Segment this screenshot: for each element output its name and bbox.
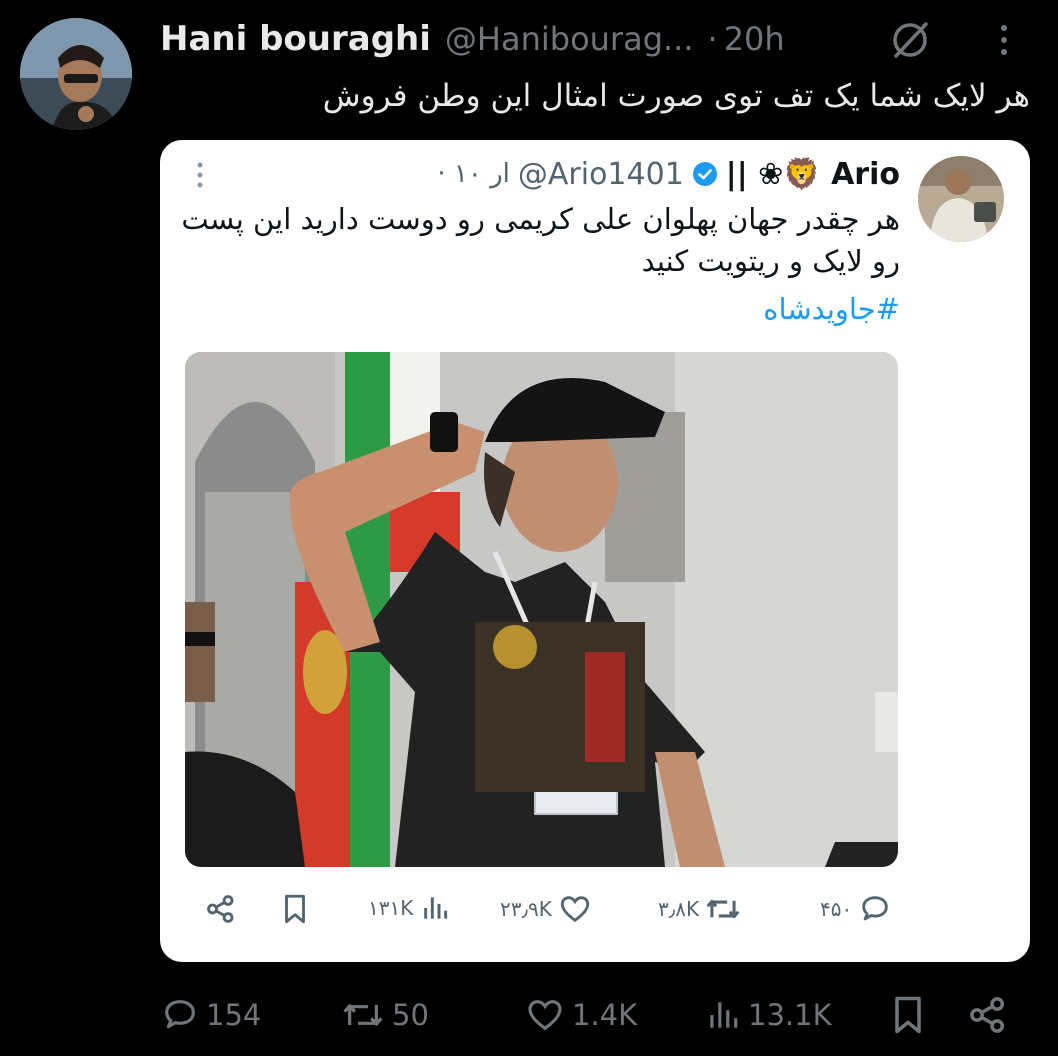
quoted-more-icon[interactable] — [194, 160, 206, 190]
quoted-actions: ۱۳۱K ۲۳٫۹K ۳٫۸K ۴۵۰ — [160, 886, 1030, 938]
retweet-icon — [706, 899, 740, 919]
reply-icon — [862, 896, 888, 921]
quoted-likes-count: ۲۳٫۹K — [500, 897, 552, 921]
quoted-views-button[interactable]: ۱۳۱K — [368, 892, 451, 924]
quoted-views-count: ۱۳۱K — [368, 896, 414, 920]
post-text: هر لایک شما یک تف توی صورت امثال این وطن… — [322, 78, 1030, 114]
quoted-bookmark-button[interactable] — [278, 892, 312, 926]
quoted-retweets-count: ۳٫۸K — [658, 897, 700, 921]
quoted-photo[interactable] — [185, 352, 898, 867]
avatar-image — [20, 18, 132, 130]
views-icon — [710, 1002, 738, 1028]
quoted-hashtag[interactable]: #جاویدشاه — [763, 292, 900, 326]
share-icon — [970, 997, 1005, 1033]
retweet-icon — [343, 1004, 383, 1026]
quoted-share-button[interactable] — [204, 892, 238, 926]
share-button[interactable] — [966, 990, 1010, 1040]
more-icon[interactable] — [996, 22, 1012, 58]
grok-icon[interactable] — [888, 18, 932, 62]
bookmark-icon — [285, 894, 305, 924]
photo-content — [185, 352, 898, 867]
reply-icon — [165, 1000, 195, 1029]
reply-button[interactable]: 154 — [160, 990, 261, 1040]
quoted-timestamp[interactable]: · ۱۰ ار — [437, 159, 510, 189]
views-count: 13.1K — [748, 998, 832, 1032]
share-icon — [207, 895, 234, 923]
like-icon — [560, 896, 590, 923]
quoted-replies-count: ۴۵۰ — [820, 897, 853, 921]
quoted-post[interactable]: || ❀🦁 Ario @Ario1401 · ۱۰ ار هر چقدر جها… — [160, 140, 1030, 962]
bookmark-icon — [895, 996, 921, 1034]
verified-badge-icon — [692, 162, 717, 186]
likes-count: 1.4K — [572, 998, 638, 1032]
bookmark-button[interactable] — [886, 990, 930, 1040]
separator-dot: · — [707, 20, 718, 58]
handle[interactable]: @Hanibourag... — [445, 20, 694, 58]
views-button[interactable]: 13.1K — [704, 990, 832, 1040]
post-header: Hani bouraghi @Hanibourag... · 20h — [160, 16, 1040, 62]
timestamp[interactable]: 20h — [724, 20, 785, 58]
quoted-display-name[interactable]: || ❀🦁 Ario — [726, 157, 900, 192]
quoted-like-button[interactable]: ۲۳٫۹K — [500, 892, 592, 926]
retweet-button[interactable]: 50 — [340, 990, 429, 1040]
quoted-reply-button[interactable]: ۴۵۰ — [820, 892, 892, 926]
quoted-avatar[interactable] — [918, 156, 1004, 242]
quoted-avatar-image — [918, 156, 1004, 242]
display-name[interactable]: Hani bouraghi — [160, 19, 431, 59]
post-actions: 154 50 1.4K 13.1K — [0, 990, 1058, 1046]
like-icon — [528, 1000, 562, 1031]
views-icon — [424, 897, 448, 919]
retweets-count: 50 — [392, 998, 429, 1032]
replies-count: 154 — [206, 998, 262, 1032]
quoted-text: هر چقدر جهان پهلوان علی کریمی رو دوست دا… — [181, 202, 900, 278]
quoted-handle[interactable]: @Ario1401 — [518, 157, 684, 192]
like-button[interactable]: 1.4K — [524, 990, 637, 1040]
avatar[interactable] — [20, 18, 132, 130]
quoted-header: || ❀🦁 Ario @Ario1401 · ۱۰ ار — [437, 154, 900, 194]
quoted-retweet-button[interactable]: ۳٫۸K — [658, 892, 741, 926]
